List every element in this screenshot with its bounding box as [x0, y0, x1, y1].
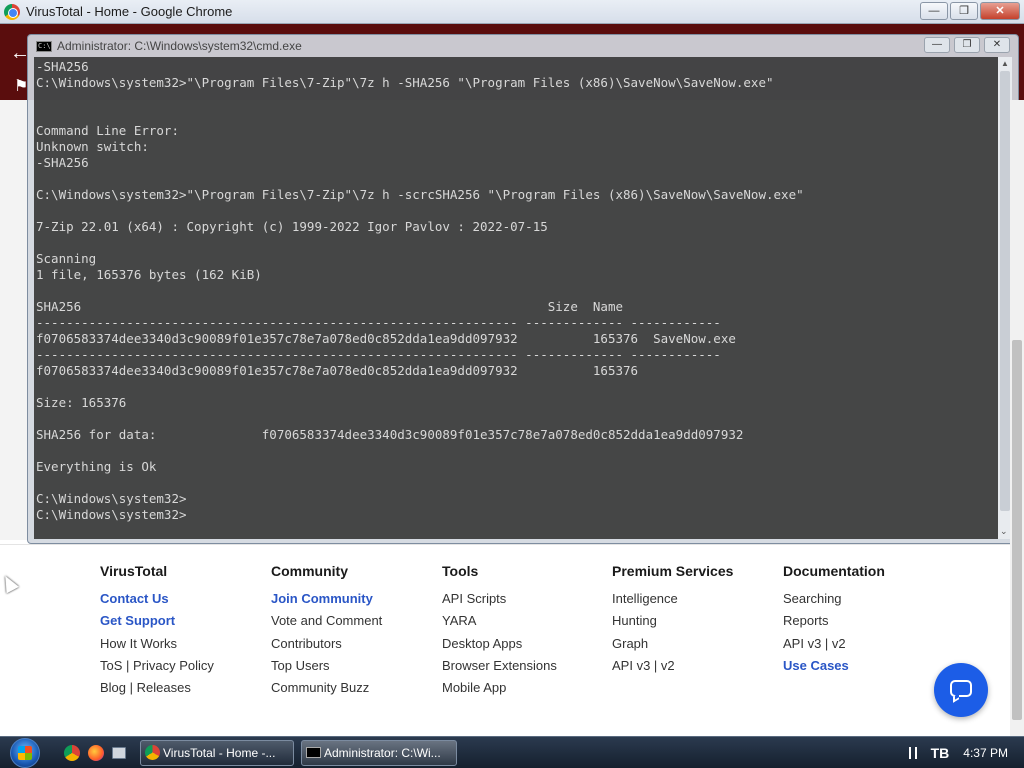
scroll-thumb[interactable]: [1000, 71, 1010, 511]
chrome-launch-icon[interactable]: [64, 745, 80, 761]
footer-link-join-community[interactable]: Join Community: [271, 591, 382, 613]
footer-heading: Premium Services: [612, 563, 734, 579]
console-output[interactable]: -SHA256 C:\Windows\system32>"\Program Fi…: [34, 57, 1002, 539]
chat-bubble-tail: [953, 693, 959, 703]
footer-heading: VirusTotal: [100, 563, 168, 579]
footer-column-community: Community Join Community Vote and Commen…: [271, 563, 382, 702]
footer-link-top-users[interactable]: Top Users: [271, 658, 382, 680]
taskbar-item-label: VirusTotal - Home -...: [163, 746, 276, 760]
cmd-window-controls: — ❐ ✕: [924, 37, 1010, 53]
windows-logo-icon: [18, 746, 32, 760]
footer-link-mobile-app[interactable]: Mobile App: [442, 680, 557, 702]
scroll-up-icon[interactable]: ▲: [1001, 59, 1009, 68]
browser-window-title: VirusTotal - Home - Google Chrome: [26, 4, 233, 19]
browser-title-bar: VirusTotal - Home - Google Chrome — ❐ ✕: [0, 0, 1024, 24]
footer-column-virustotal: VirusTotal Contact Us Get Support How It…: [100, 563, 214, 702]
cmd-window-title: Administrator: C:\Windows\system32\cmd.e…: [57, 39, 302, 53]
chat-button[interactable]: [934, 663, 988, 717]
taskbar-item-chrome[interactable]: VirusTotal - Home -...: [140, 740, 294, 766]
chrome-icon: [145, 745, 160, 760]
cmd-icon: [306, 747, 321, 758]
close-button[interactable]: ✕: [980, 2, 1020, 20]
site-footer: VirusTotal Contact Us Get Support How It…: [0, 544, 1010, 736]
system-tray: TB 4:37 PM: [908, 745, 1008, 761]
footer-link-api-scripts[interactable]: API Scripts: [442, 591, 557, 613]
footer-link-graph[interactable]: Graph: [612, 636, 733, 658]
cmd-close-button[interactable]: ✕: [984, 37, 1010, 53]
footer-link-vote-comment[interactable]: Vote and Comment: [271, 613, 382, 635]
taskbar-item-label: Administrator: C:\Wi...: [324, 746, 441, 760]
footer-column-tools: Tools API Scripts YARA Desktop Apps Brow…: [442, 563, 557, 702]
footer-link-contributors[interactable]: Contributors: [271, 636, 382, 658]
chrome-logo-icon: [4, 4, 20, 20]
taskbar: VirusTotal - Home -... Administrator: C:…: [0, 736, 1024, 768]
footer-link-desktop-apps[interactable]: Desktop Apps: [442, 636, 557, 658]
footer-link-blog-releases[interactable]: Blog | Releases: [100, 680, 214, 702]
footer-link-tos-privacy[interactable]: ToS | Privacy Policy: [100, 658, 214, 680]
browser-window-controls: — ❐ ✕: [920, 2, 1020, 20]
tray-app-icon[interactable]: TB: [931, 745, 950, 761]
explorer-launch-icon[interactable]: [112, 747, 126, 759]
footer-link-reports[interactable]: Reports: [783, 613, 885, 635]
cmd-minimize-button[interactable]: —: [924, 37, 950, 53]
footer-heading: Documentation: [783, 563, 885, 579]
taskbar-item-cmd[interactable]: Administrator: C:\Wi...: [301, 740, 457, 766]
footer-column-documentation: Documentation Searching Reports API v3 |…: [783, 563, 885, 680]
maximize-button[interactable]: ❐: [950, 2, 978, 20]
footer-column-premium: Premium Services Intelligence Hunting Gr…: [612, 563, 733, 680]
firefox-launch-icon[interactable]: [88, 745, 104, 761]
page-scroll-thumb[interactable]: [1012, 340, 1022, 720]
start-button[interactable]: [6, 737, 50, 768]
footer-link-get-support[interactable]: Get Support: [100, 613, 214, 635]
cmd-window[interactable]: C:\ Administrator: C:\Windows\system32\c…: [27, 34, 1019, 544]
console-text: -SHA256 C:\Windows\system32>"\Program Fi…: [36, 59, 804, 522]
footer-link-docs-api[interactable]: API v3 | v2: [783, 636, 885, 658]
minimize-button[interactable]: —: [920, 2, 948, 20]
footer-link-how-it-works[interactable]: How It Works: [100, 636, 214, 658]
cmd-title-bar[interactable]: C:\ Administrator: C:\Windows\system32\c…: [28, 35, 1018, 57]
footer-link-yara[interactable]: YARA: [442, 613, 557, 635]
footer-heading: Tools: [442, 563, 479, 579]
page-scrollbar[interactable]: [1010, 100, 1024, 736]
footer-link-searching[interactable]: Searching: [783, 591, 885, 613]
footer-link-browser-extensions[interactable]: Browser Extensions: [442, 658, 557, 680]
cmd-maximize-button[interactable]: ❐: [954, 37, 980, 53]
cmd-icon: C:\: [36, 41, 52, 52]
chat-bubble-icon: [950, 680, 972, 697]
footer-heading: Community: [271, 563, 348, 579]
scroll-down-icon[interactable]: ⌄: [1000, 526, 1008, 537]
footer-link-api-v3-v2[interactable]: API v3 | v2: [612, 658, 733, 680]
footer-link-intelligence[interactable]: Intelligence: [612, 591, 733, 613]
tray-bars-icon[interactable]: [908, 747, 917, 759]
clock[interactable]: 4:37 PM: [963, 746, 1008, 760]
footer-link-hunting[interactable]: Hunting: [612, 613, 733, 635]
footer-link-contact-us[interactable]: Contact Us: [100, 591, 214, 613]
footer-link-use-cases[interactable]: Use Cases: [783, 658, 885, 680]
footer-link-community-buzz[interactable]: Community Buzz: [271, 680, 382, 702]
